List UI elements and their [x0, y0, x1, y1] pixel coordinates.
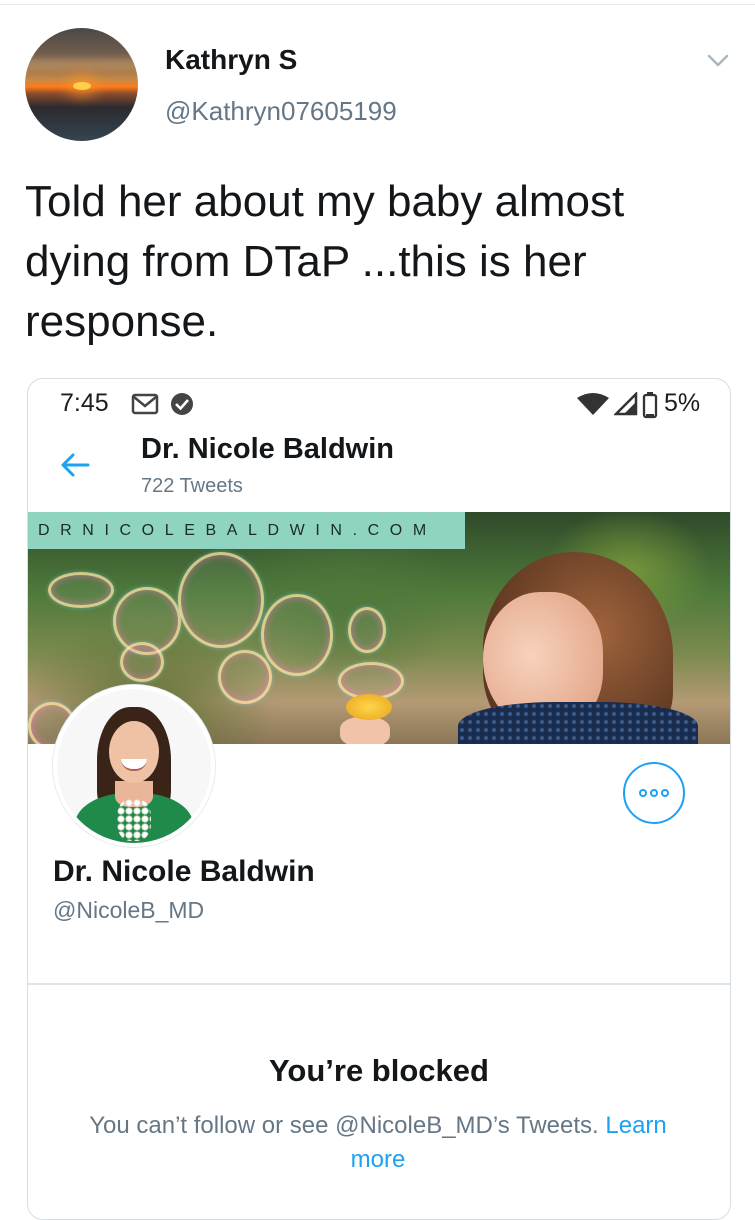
avatar-necklace: [117, 799, 151, 841]
back-arrow-icon[interactable]: [60, 453, 90, 477]
embedded-screenshot[interactable]: 7:45 5% Dr. Nicole Baldwin 722 Tweets DR…: [27, 378, 731, 1220]
tweet: Kathryn S @Kathryn07605199 Told her abou…: [0, 0, 755, 1220]
profile-avatar[interactable]: [53, 685, 215, 847]
battery-icon: [642, 392, 658, 419]
tweet-text: Told her about my baby almost dying from…: [25, 177, 625, 346]
bubble: [120, 642, 164, 682]
bubble: [178, 552, 264, 648]
header-tweet-count: 722 Tweets: [141, 475, 243, 497]
bubble: [348, 607, 386, 653]
section-divider: [28, 983, 730, 985]
battery-percent: 5%: [664, 389, 701, 417]
avatar-clouds: [25, 58, 138, 70]
check-circle-icon: [171, 393, 193, 415]
banner-website-tag: DRNICOLEBALDWIN.COM: [28, 512, 465, 549]
bubble: [261, 594, 333, 676]
wifi-icon: [577, 393, 609, 415]
banner-bubble-wand: [346, 694, 392, 720]
profile-handle: @NicoleB_MD: [53, 897, 205, 923]
avatar-sun: [73, 82, 91, 90]
more-dot-icon: [650, 789, 658, 797]
author-avatar[interactable]: [25, 28, 138, 141]
header-name: Dr. Nicole Baldwin: [141, 433, 394, 465]
more-options-button[interactable]: [623, 762, 685, 824]
more-dot-icon: [639, 789, 647, 797]
bubble: [218, 650, 272, 704]
banner-girl-shirt: [458, 702, 698, 744]
blocked-message: You can’t follow or see @NicoleB_MD’s Tw…: [68, 1109, 688, 1177]
profile-name: Dr. Nicole Baldwin: [53, 855, 315, 888]
more-dot-icon: [661, 789, 669, 797]
author-display-name[interactable]: Kathryn S: [165, 44, 297, 76]
blocked-text: You can’t follow or see @NicoleB_MD’s Tw…: [89, 1112, 599, 1139]
chevron-down-icon[interactable]: [706, 50, 730, 72]
top-divider: [0, 4, 755, 5]
status-time: 7:45: [60, 389, 109, 417]
profile-header: Dr. Nicole Baldwin 722 Tweets: [28, 427, 730, 512]
avatar-face: [109, 721, 159, 783]
gmail-icon: [131, 393, 159, 415]
bubble: [48, 572, 114, 608]
status-bar: 7:45 5%: [28, 379, 730, 427]
blocked-title: You’re blocked: [269, 1053, 489, 1088]
signal-icon: [614, 392, 638, 416]
banner-hand: [340, 717, 390, 744]
author-handle[interactable]: @Kathryn07605199: [165, 96, 397, 127]
